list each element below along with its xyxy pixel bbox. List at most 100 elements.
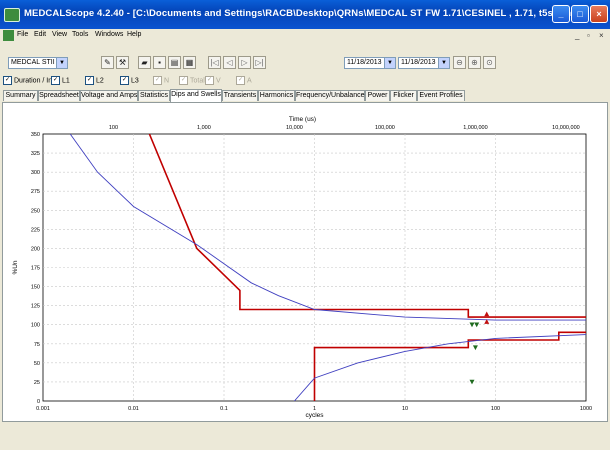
tab-harmonics[interactable]: Harmonics [258,90,295,101]
checkmark-icon: ✓ [153,76,162,85]
checkmark-icon: ✓ [3,76,12,85]
v-checkbox[interactable]: ✓ V [205,76,221,86]
top-tick-label: 100 [109,125,118,131]
checkmark-icon: ✓ [51,76,60,85]
top-tick-label: 1,000,000 [463,125,487,131]
tab-frequency-unbalance[interactable]: Frequency/Unbalance [295,90,365,101]
date-from-value: 11/18/2013 [347,59,382,66]
total-checkbox[interactable]: ✓ Total [179,76,205,86]
maximize-button[interactable]: □ [571,5,589,23]
menu-tools[interactable]: Tools [72,31,88,38]
tab-transients[interactable]: Transients [222,90,258,101]
dip-event-marker [469,322,475,328]
status-bar [0,422,610,450]
top-tick-label: 10,000 [286,125,303,131]
y-tick-label: 250 [31,208,40,214]
l1-label: L1 [62,77,70,85]
x-tick-label: 10 [402,406,408,412]
menu-help[interactable]: Help [127,31,141,38]
title-bar: MEDCALScope 4.2.40 - [C:\Documents and S… [0,0,610,29]
tab-event-profiles[interactable]: Event Profiles [417,90,465,101]
tab-flicker[interactable]: Flicker [390,90,417,101]
a-label: A [247,77,252,85]
menu-file[interactable]: File [17,31,28,38]
print-icon[interactable]: ▤ [168,56,181,69]
last-page-icon[interactable]: ▷| [253,56,266,69]
tools-icon[interactable]: ⚒ [116,56,129,69]
x-axis-label: cycles [305,412,324,419]
y-tick-label: 350 [31,132,40,138]
next-page-icon[interactable]: ▷ [238,56,251,69]
minimize-button[interactable]: _ [552,5,570,23]
open-folder-icon[interactable]: ▰ [138,56,151,69]
zoom-in-icon[interactable]: ⊕ [468,56,481,69]
mdi-close-icon[interactable]: × [599,31,604,40]
top-tick-label: 10,000,000 [552,125,580,131]
chevron-down-icon[interactable]: ▼ [438,58,449,68]
mdi-restore-icon[interactable]: ▫ [587,31,590,40]
tab-dips-and-swells[interactable]: Dips and Swells [170,89,222,102]
total-label: Total [190,77,205,85]
menu-view[interactable]: View [52,31,67,38]
menu-edit[interactable]: Edit [34,31,46,38]
limit-upper-curve [148,134,586,318]
tab-power[interactable]: Power [365,90,390,101]
y-tick-label: 125 [31,304,40,310]
checkmark-icon: ✓ [205,76,214,85]
top-tick-label: 1,000 [197,125,211,131]
dip-event-marker [469,379,475,385]
l2-checkbox[interactable]: ✓ L2 [85,76,104,86]
device-select[interactable]: MEDCAL STII ▼ [8,57,68,69]
date-from-select[interactable]: 11/18/2013 ▼ [344,57,396,69]
n-checkbox[interactable]: ✓ N [153,76,169,86]
top-tick-label: 100,000 [375,125,395,131]
menu-bar: File Edit View Tools Windows Help _ ▫ × [0,29,610,43]
close-button[interactable]: × [590,5,608,23]
itic-chart[interactable]: 0 25 50 75 100 125 150 175 200 225 250 275 300 325 350… [3,103,607,421]
x-tick-label: 0.01 [128,406,139,412]
y-tick-label: 275 [31,189,40,195]
duration-checkbox[interactable]: ✓ Duration / Inf [3,76,54,86]
duration-label: Duration / Inf [14,77,55,85]
save-icon[interactable]: ▪ [153,56,166,69]
zoom-fit-icon[interactable]: ⊙ [483,56,496,69]
l1-checkbox[interactable]: ✓ L1 [51,76,70,86]
x-tick-label: 1000 [580,406,592,412]
prev-page-icon[interactable]: ◁ [223,56,236,69]
edit-icon[interactable]: ✎ [101,56,114,69]
y-tick-label: 325 [31,151,40,157]
y-tick-label: 50 [34,361,40,367]
l3-checkbox[interactable]: ✓ L3 [120,76,139,86]
dip-event-marker [472,345,478,351]
top-axis-label: Time (us) [289,116,316,123]
tab-spreadsheet[interactable]: Spreadsheet [38,90,80,101]
v-label: V [216,77,221,85]
document-icon[interactable] [3,30,14,41]
tab-summary[interactable]: Summary [3,90,38,101]
itic-lower-curve [294,334,586,401]
swell-event-marker [484,311,490,317]
chevron-down-icon[interactable]: ▼ [56,58,67,68]
tab-voltage-and-amps[interactable]: Voltage and Amps [80,90,138,101]
dips-and-swells-panel: 0 25 50 75 100 125 150 175 200 225 250 275 300 325 350… [2,102,608,422]
first-page-icon[interactable]: |◁ [208,56,221,69]
a-checkbox[interactable]: ✓ A [236,76,252,86]
menu-windows[interactable]: Windows [95,31,123,38]
y-tick-label: 75 [34,342,40,348]
y-tick-label: 300 [31,170,40,176]
tab-statistics[interactable]: Statistics [138,90,170,101]
device-select-value: MEDCAL STII [11,59,55,66]
y-tick-label: 25 [34,380,40,386]
chevron-down-icon[interactable]: ▼ [384,58,395,68]
chart-ticks: 0 25 50 75 100 125 150 175 200 225 250 275 300 325 350… [31,125,592,412]
y-tick-label: 200 [31,246,40,252]
mdi-minimize-icon[interactable]: _ [575,31,579,40]
date-to-value: 11/18/2013 [401,59,436,66]
checkmark-icon: ✓ [120,76,129,85]
date-to-select[interactable]: 11/18/2013 ▼ [398,57,450,69]
report-icon[interactable]: ▦ [183,56,196,69]
zoom-out-icon[interactable]: ⊖ [453,56,466,69]
l3-label: L3 [131,77,139,85]
tab-bar: Summary Spreadsheet Voltage and Amps Sta… [0,89,610,102]
app-icon [4,8,20,22]
